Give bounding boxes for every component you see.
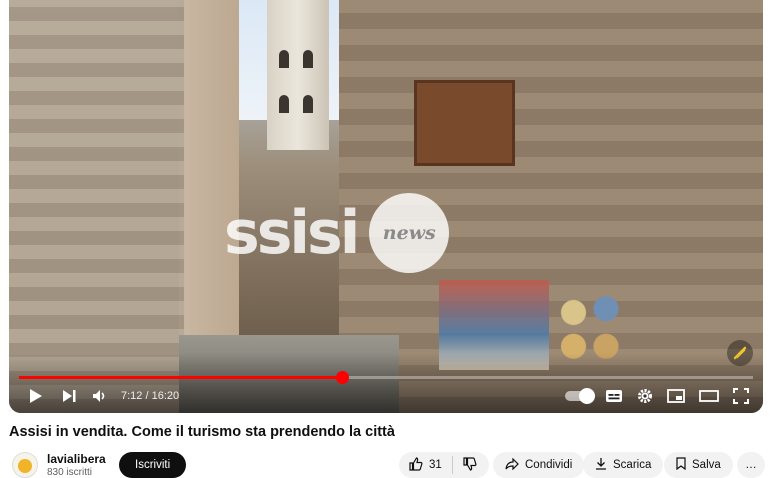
video-player[interactable]: ssisi news 7:12 / 16:20 — [9, 0, 763, 413]
progress-fill — [19, 376, 342, 379]
save-label: Salva — [692, 459, 721, 471]
watermark-text: ssisi — [224, 198, 360, 268]
progress-bar[interactable] — [19, 371, 753, 384]
channel-row: lavialibera 830 iscritti Iscriviti 31 Co… — [9, 450, 770, 478]
channel-name[interactable]: lavialibera — [47, 452, 106, 466]
subscriber-count: 830 iscritti — [47, 467, 93, 478]
theater-icon[interactable] — [699, 383, 719, 409]
bookmark-icon — [676, 457, 686, 473]
download-button[interactable]: Scarica — [583, 452, 664, 478]
fullscreen-icon[interactable] — [733, 383, 749, 409]
miniplayer-icon[interactable] — [667, 383, 685, 409]
video-title: Assisi in vendita. Come il turismo sta p… — [9, 424, 395, 440]
video-frame-balcony — [414, 80, 515, 166]
watermark-badge: news — [369, 193, 450, 273]
like-button[interactable]: 31 — [399, 452, 452, 478]
like-dislike-group: 31 — [399, 452, 489, 478]
like-count: 31 — [429, 459, 442, 471]
thumb-down-icon — [463, 456, 477, 474]
more-actions-label: … — [745, 459, 757, 471]
volume-icon[interactable] — [89, 383, 111, 409]
thumb-up-icon — [409, 456, 423, 474]
channel-avatar[interactable] — [12, 452, 38, 478]
share-icon — [505, 457, 519, 473]
share-label: Condividi — [525, 459, 573, 471]
autoplay-toggle[interactable] — [565, 388, 595, 404]
play-icon[interactable] — [25, 383, 47, 409]
save-button[interactable]: Salva — [664, 452, 733, 478]
player-controls: 7:12 / 16:20 — [9, 383, 763, 409]
share-button[interactable]: Condividi — [493, 452, 585, 478]
subtitles-icon[interactable] — [605, 383, 623, 409]
download-icon — [595, 457, 607, 473]
more-actions-button[interactable]: … — [737, 452, 765, 478]
time-display: 7:12 / 16:20 — [121, 390, 180, 402]
subscribe-button[interactable]: Iscriviti — [119, 452, 187, 478]
video-frame-tower — [267, 0, 329, 150]
next-icon[interactable] — [59, 383, 79, 409]
channel-watermark: ssisi news — [224, 193, 450, 273]
watermark-news-text: news — [382, 222, 436, 244]
dislike-button[interactable] — [453, 452, 487, 478]
right-controls — [565, 383, 749, 409]
download-label: Scarica — [613, 459, 652, 471]
settings-icon[interactable] — [637, 383, 653, 409]
video-frame-wall-left — [9, 0, 184, 413]
